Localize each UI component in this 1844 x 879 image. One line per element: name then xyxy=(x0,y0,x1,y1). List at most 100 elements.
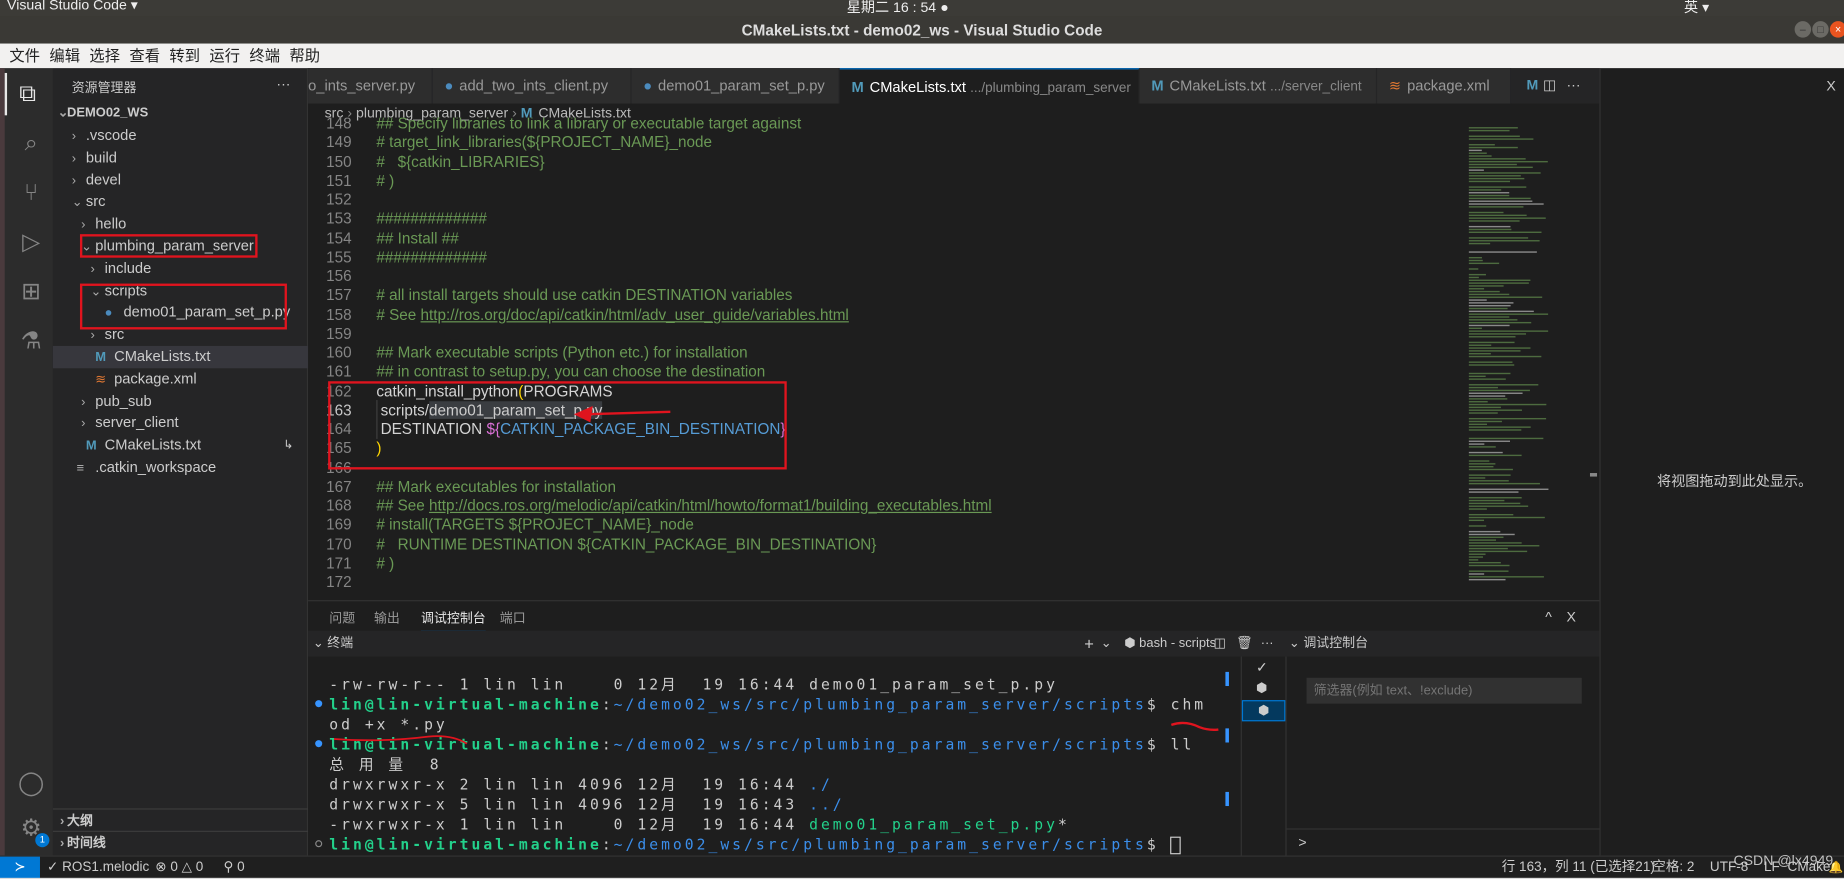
close-panel-button[interactable]: X xyxy=(1566,608,1575,624)
clock[interactable]: 星期二 16 : 54 ● xyxy=(847,0,949,16)
debug-console-input[interactable]: > xyxy=(1286,828,1601,855)
panel-tab[interactable]: 调试控制台 xyxy=(421,608,486,632)
workspace-root[interactable]: ⌄DEMO02_WS xyxy=(53,102,308,124)
testing-icon[interactable]: ⚗ xyxy=(9,320,53,362)
debug-filter-input[interactable] xyxy=(1306,677,1582,704)
close-secondary-sidebar-button[interactable]: X xyxy=(1826,78,1835,94)
editor-tab[interactable]: M CMakeLists.txt .../server_client xyxy=(1139,68,1378,104)
close-window-button[interactable]: × xyxy=(1829,21,1844,38)
search-icon[interactable]: ⌕ xyxy=(9,122,53,164)
cursor-position[interactable]: 行 163，列 11 (已选择21) xyxy=(1502,857,1655,879)
command-decoration-dot[interactable] xyxy=(315,840,323,848)
editor-scrollbar[interactable] xyxy=(1585,122,1599,607)
editor-tab[interactable]: o_ints_server.py xyxy=(308,68,433,104)
problems-status[interactable]: ⊗ 0 △ 0 xyxy=(155,857,203,879)
menu-item[interactable]: 帮助 xyxy=(289,47,320,65)
minimap-line xyxy=(1468,409,1522,411)
line-content: ## Mark executable scripts (Python etc.)… xyxy=(376,344,747,363)
split-terminal-icon[interactable]: ◫ xyxy=(1214,631,1226,657)
split-editor-icon[interactable]: ◫ xyxy=(1543,76,1556,92)
extensions-icon[interactable]: ⊞ xyxy=(9,271,53,313)
input-method[interactable]: 英 ▾ xyxy=(1684,0,1709,16)
minimap-line xyxy=(1468,341,1515,344)
terminal-tab-active[interactable]: ⬢ xyxy=(1241,700,1286,722)
minimize-button[interactable]: – xyxy=(1794,21,1812,38)
tree-item[interactable]: ⌄ scripts xyxy=(53,280,308,302)
tree-item[interactable]: ⌄ plumbing_param_server xyxy=(53,235,308,257)
editor-tab[interactable]: ● add_two_ints_client.py xyxy=(432,68,632,104)
panel-tab[interactable]: 问题 xyxy=(329,608,355,632)
menu-item[interactable]: 终端 xyxy=(249,47,280,65)
remote-button[interactable]: ≻ xyxy=(0,856,40,879)
code-editor[interactable]: 148 ## Specify libraries to link a librar… xyxy=(308,118,1460,600)
explorer-icon[interactable]: ⧉ xyxy=(4,72,49,116)
minimap-line xyxy=(1468,364,1515,366)
account-icon[interactable]: ◯ xyxy=(9,763,53,805)
ports-status[interactable]: ⚲ 0 xyxy=(223,857,244,879)
tree-item[interactable]: ≋ package.xml xyxy=(53,368,308,390)
chevron-right-icon: › xyxy=(90,262,95,277)
indentation[interactable]: 空格: 2 xyxy=(1652,857,1694,879)
editor-tab[interactable]: M CMakeLists.txt .../plumbing_param_serve… xyxy=(839,68,1140,104)
command-decoration-dot[interactable] xyxy=(315,740,323,748)
code-link[interactable]: http://ros.org/doc/api/catkin/html/adv_u… xyxy=(421,305,849,323)
minimap-line xyxy=(1468,403,1547,406)
debug-console-section-toggle[interactable]: ⌄ 调试控制台 xyxy=(1289,631,1368,657)
ros-status[interactable]: ✓ ROS1.melodic xyxy=(47,857,149,879)
tree-item[interactable]: › server_client xyxy=(53,412,308,434)
minimap[interactable] xyxy=(1464,122,1570,593)
terminal-more-button[interactable]: ··· xyxy=(1261,631,1274,657)
tree-item[interactable]: M CMakeLists.txt ↳ xyxy=(53,434,308,456)
minimap-line xyxy=(1468,138,1534,140)
menu-item[interactable]: 编辑 xyxy=(49,47,80,65)
menu-item[interactable]: 查看 xyxy=(129,47,160,65)
minimap-line xyxy=(1468,423,1487,426)
app-menu[interactable]: Visual Studio Code ▾ xyxy=(7,0,138,13)
maximize-panel-button[interactable]: ^ xyxy=(1545,608,1552,624)
menu-item[interactable]: 选择 xyxy=(89,47,120,65)
tree-item[interactable]: ≡ .catkin_workspace xyxy=(53,457,308,479)
tree-item[interactable]: ⌄ src xyxy=(53,191,308,213)
minimap-line xyxy=(1468,576,1544,578)
editor-more-button[interactable]: ··· xyxy=(1566,76,1580,92)
tree-item[interactable]: › hello xyxy=(53,213,308,235)
tree-item[interactable]: › src xyxy=(53,324,308,346)
outline-section[interactable]: › 大纲 xyxy=(52,808,309,832)
tree-item-label: devel xyxy=(85,171,122,188)
tree-item[interactable]: › .vscode xyxy=(53,125,308,147)
code-link[interactable]: http://docs.ros.org/melodic/api/catkin/h… xyxy=(429,497,992,515)
tree-item[interactable]: M CMakeLists.txt xyxy=(52,345,309,369)
trash-icon[interactable]: 🗑 xyxy=(1236,631,1252,657)
code-line: 162 catkin_install_python(PROGRAMS xyxy=(308,382,1460,401)
terminal-name[interactable]: ⬢ bash - scripts xyxy=(1124,631,1216,657)
terminal-dropdown-icon[interactable]: ⌄ xyxy=(1101,631,1112,657)
new-terminal-button[interactable]: + xyxy=(1084,631,1094,657)
source-control-icon[interactable]: ⑂ xyxy=(9,172,53,214)
minimap-line xyxy=(1468,513,1514,516)
line-number: 153 xyxy=(326,209,352,228)
tree-item-label: plumbing_param_server xyxy=(95,237,254,255)
editor-tab[interactable]: ≋ package.xml xyxy=(1377,68,1512,104)
maximize-button[interactable]: □ xyxy=(1812,21,1829,38)
tree-item[interactable]: › include xyxy=(53,257,308,279)
menu-item[interactable]: 转到 xyxy=(169,47,200,65)
explorer-more-button[interactable]: ··· xyxy=(276,75,290,91)
menu-item[interactable]: 运行 xyxy=(209,47,240,65)
panel-tab[interactable]: 端口 xyxy=(500,608,526,632)
terminal-section-toggle[interactable]: ⌄ 终端 xyxy=(313,631,353,657)
terminal-output[interactable]: -rw-rw-r-- 1 lin lin 0 12月 19 16:44 demo… xyxy=(308,657,1231,857)
tree-item[interactable]: › build xyxy=(53,147,308,169)
menu-item[interactable]: 文件 xyxy=(9,47,40,65)
run-debug-icon[interactable]: ▷ xyxy=(9,221,53,263)
line-content: ) xyxy=(376,439,381,458)
editor-tab[interactable]: ● demo01_param_set_p.py xyxy=(631,68,840,104)
check-icon[interactable]: ✓ xyxy=(1256,659,1268,675)
tree-item[interactable]: › devel xyxy=(53,169,308,191)
tab-label: demo01_param_set_p.py xyxy=(658,77,825,95)
tree-item[interactable]: ● demo01_param_set_p.py xyxy=(53,302,308,324)
timeline-section[interactable]: › 时间线 xyxy=(52,830,309,855)
tree-item[interactable]: › pub_sub xyxy=(53,390,308,412)
terminal-tab-icon[interactable]: ⬢ xyxy=(1256,680,1267,695)
command-decoration-dot[interactable] xyxy=(315,700,323,708)
panel-tab[interactable]: 输出 xyxy=(374,608,400,632)
